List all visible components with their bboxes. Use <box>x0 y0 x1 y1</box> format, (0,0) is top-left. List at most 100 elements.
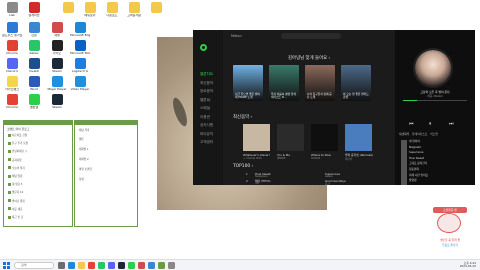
playlist-card[interactable]: 지금 들으면 좋은 엔비제 FAVRE 노래 <box>233 65 263 101</box>
taskbar-app-icon[interactable] <box>128 262 135 269</box>
next-icon[interactable]: ⏭ <box>449 121 454 127</box>
taskbar-app-icon[interactable] <box>58 262 65 269</box>
desktop-icon[interactable]: Word <box>24 76 44 91</box>
messenger-line[interactable]: 이웃 새글 <box>8 207 22 211</box>
desktop-icon[interactable]: Magic Player <box>47 76 67 91</box>
messenger-panel-line[interactable]: 대화방 1 <box>79 147 89 151</box>
nav-item[interactable]: 장르음악 <box>200 89 213 94</box>
progress-bar[interactable] <box>403 100 467 101</box>
desktop-icon[interactable]: Kakao <box>24 40 44 55</box>
nav-item[interactable]: 공지사항 <box>200 123 213 128</box>
messenger-line[interactable]: 새 댓글 3 <box>8 182 22 186</box>
nav-item[interactable]: 고객센터 <box>200 140 213 145</box>
taskbar-app-icon[interactable] <box>138 262 145 269</box>
character-widget[interactable]: 조을원준 원 멜론을 꼭 들려 잘 무료로 즐기기 <box>427 205 473 257</box>
messenger-line[interactable]: 공지사항 <box>8 158 22 162</box>
taskbar-app-icon[interactable] <box>118 262 125 269</box>
messenger-line[interactable]: 채팅 알림 <box>8 174 22 178</box>
taskbar-app-icon[interactable] <box>78 262 85 269</box>
app-icon <box>28 22 40 33</box>
messenger-panel-line[interactable]: 파일 보관함 <box>79 167 92 171</box>
desktop-icon[interactable]: Chrome <box>2 94 22 109</box>
album-cover[interactable] <box>277 124 304 151</box>
album-cover[interactable] <box>311 124 338 151</box>
taskbar-app-icon[interactable] <box>108 262 115 269</box>
messenger-panel-line[interactable]: 멜론 <box>79 137 84 141</box>
melon-logo-icon[interactable] <box>200 44 207 51</box>
prev-icon[interactable]: ⏮ <box>409 121 414 127</box>
chart-song-artist: NewJeans <box>255 175 268 178</box>
playlist-card[interactable]: 우리 마음속 평생 플레이리스트 #... <box>269 65 299 101</box>
latest-title[interactable]: 최신음악 › <box>233 114 252 120</box>
start-icon[interactable] <box>3 262 10 269</box>
playlist-card[interactable]: 비 오는 날 좋은 발라드 감성 <box>341 65 371 101</box>
desktop-icon[interactable]: 카카오뱅크 <box>2 76 22 91</box>
desktop-icon-label: Microsoft Edge <box>70 34 90 37</box>
track-title: Supernova <box>409 150 424 155</box>
track-title: 청춘만화 <box>409 167 419 171</box>
messenger-line[interactable]: 방문자 12 <box>8 190 23 194</box>
messenger-line[interactable]: 오늘의 일기 <box>8 166 25 170</box>
messenger-line[interactable]: 서로이웃 신청 <box>8 133 27 137</box>
album-cover[interactable] <box>243 124 270 151</box>
top100-title[interactable]: TOP100 › <box>233 164 253 169</box>
taskbar-app-icon[interactable] <box>88 262 95 269</box>
taskbar-app-icon[interactable] <box>168 262 175 269</box>
desktop-icon-label: 한글 <box>31 34 37 37</box>
desktop-icon[interactable]: 원드우스 생기입 <box>2 22 22 37</box>
desktop-icon[interactable]: 알게이션 <box>24 2 44 17</box>
taskbar-app-icon[interactable] <box>98 262 105 269</box>
desktop-icon[interactable]: Microsoft Store <box>70 40 90 55</box>
desktop-icon[interactable]: 다운로드 <box>102 2 122 17</box>
desktop-icon[interactable]: 고마운사람 <box>124 2 144 17</box>
desktop-icon[interactable]: 카카오 <box>47 40 67 55</box>
desktop-icon[interactable]: 메뉴보다 <box>80 2 100 17</box>
album-artist: JENNIE <box>277 157 286 160</box>
nav-item[interactable]: 멜론DJ <box>200 98 210 103</box>
messenger-line[interactable]: 친구 추가 요청 <box>8 141 28 145</box>
desktop-icon[interactable]: Video Player <box>70 76 90 91</box>
desktop-icon[interactable]: Lisk <box>2 2 22 17</box>
desktop-icon[interactable] <box>146 2 166 14</box>
desktop-icon[interactable]: 재생 <box>47 22 67 37</box>
desktop-icon[interactable]: Chrome <box>2 40 22 55</box>
nav-item[interactable]: 최신음악 <box>200 81 213 86</box>
playlist-item[interactable]: 밤양갱 <box>399 178 471 186</box>
taskbar-search-input[interactable]: 검색 <box>14 262 54 269</box>
pause-icon[interactable]: ⏸ <box>429 121 432 127</box>
messenger-line[interactable]: 안녕하세요 :) <box>8 149 27 153</box>
tray-clock[interactable]: 오후 4:44 2024-05-20 <box>460 261 476 269</box>
album-artist: SHAUN <box>311 157 321 160</box>
desktop-icon[interactable] <box>58 2 78 14</box>
desktop-icon[interactable]: Steam <box>47 58 67 73</box>
desktop-icon[interactable]: Discord <box>2 58 22 73</box>
taskbar-app-icon[interactable] <box>158 262 165 269</box>
recommend-title: 김아녕님 맞게 들어요 › <box>288 56 331 61</box>
desktop-icon[interactable]: 한글 <box>24 22 44 37</box>
nav-item[interactable]: 이용권 <box>200 115 210 120</box>
messenger-line-text: 오늘의 일기 <box>12 166 25 170</box>
messenger-title: 코멘트 마이 블로그 <box>7 127 30 131</box>
music-search-input[interactable] <box>281 33 341 39</box>
taskbar-app-icon[interactable] <box>148 262 155 269</box>
messenger-line[interactable]: 좋아요 알림 <box>8 199 25 203</box>
playlist-card[interactable]: 나의 친구들과 함께 듣는 노래 <box>305 65 335 101</box>
album-cover[interactable] <box>345 124 372 151</box>
desktop-icon[interactable]: Steam <box>47 94 67 109</box>
nav-item[interactable]: 스페셜 <box>200 106 210 111</box>
desktop-icon[interactable]: Microsoft Edge <box>70 22 90 37</box>
desktop-icon-label: Lisk <box>9 14 15 17</box>
messenger-panel-line[interactable]: 대화방 2 <box>79 157 89 161</box>
nav-item[interactable]: 멜론차트 <box>200 72 213 77</box>
taskbar-app-icon[interactable] <box>68 262 75 269</box>
nav-item[interactable]: 마이뮤직 <box>200 132 213 137</box>
messenger-line[interactable]: 최근 본 글 <box>8 215 23 219</box>
messenger-panel-line[interactable]: 설정 <box>79 177 84 181</box>
desktop-icon[interactable]: Logitech G <box>70 58 90 73</box>
playlist-tabs[interactable]: 재생목록 · 플레이리스트 · 믹스업 <box>399 132 471 136</box>
desktop-icon-label: Chrome <box>6 52 18 55</box>
desktop-icon[interactable]: Vivaldi <box>24 58 44 73</box>
now-playing-artist: 하운 (Rizzz) <box>427 94 443 98</box>
chart-song-artist: 화사 <box>325 183 330 186</box>
desktop-icon[interactable]: 멜론웹 <box>24 94 44 109</box>
